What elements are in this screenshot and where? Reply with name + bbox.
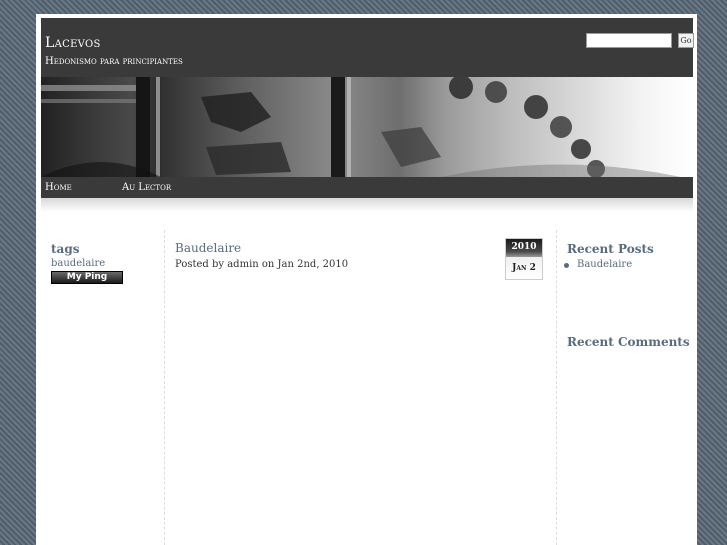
- nav-shadow: [41, 198, 693, 212]
- post-meta: Posted by admin on Jan 2nd, 2010: [175, 259, 349, 270]
- tags-heading: tags: [51, 242, 80, 256]
- recent-posts-heading: Recent Posts: [567, 242, 654, 256]
- recent-comments-heading: Recent Comments: [567, 335, 690, 349]
- main-nav: Home Au Lector: [41, 177, 693, 198]
- page-container: Lacevos Hedonismo para principiantes Go: [36, 14, 697, 545]
- my-ping-button[interactable]: My Ping: [51, 271, 123, 284]
- post-title[interactable]: Baudelaire: [175, 241, 241, 255]
- post-date-day: Jan 2: [506, 257, 542, 279]
- site-title[interactable]: Lacevos: [45, 35, 101, 51]
- nav-item-home[interactable]: Home: [45, 182, 72, 193]
- banner-bell-artwork: [41, 77, 681, 177]
- nav-item-au-lector[interactable]: Au Lector: [122, 182, 171, 193]
- left-column-divider: [164, 230, 165, 545]
- site-header: Lacevos Hedonismo para principiantes Go: [41, 18, 694, 77]
- site-tagline: Hedonismo para principiantes: [45, 56, 183, 67]
- header-banner-image: [41, 77, 693, 177]
- right-column-divider: [556, 230, 557, 545]
- search-go-button[interactable]: Go: [678, 33, 694, 48]
- recent-post-link[interactable]: Baudelaire: [577, 259, 632, 270]
- post-date-badge: 2010 Jan 2: [505, 238, 543, 280]
- post-date-year: 2010: [506, 239, 542, 257]
- tag-link[interactable]: baudelaire: [51, 258, 105, 269]
- search-input[interactable]: [586, 33, 672, 48]
- list-bullet: [564, 263, 569, 268]
